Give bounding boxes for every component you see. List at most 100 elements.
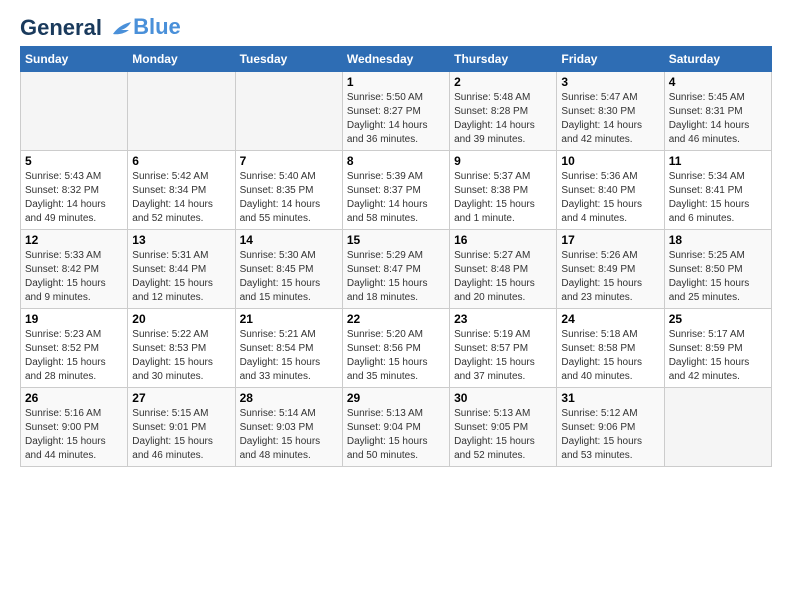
weekday-header-friday: Friday: [557, 47, 664, 72]
day-number: 23: [454, 312, 552, 326]
logo-content: General Blue: [20, 16, 181, 40]
day-info: Sunrise: 5:18 AM Sunset: 8:58 PM Dayligh…: [561, 328, 659, 384]
day-info: Sunrise: 5:42 AM Sunset: 8:34 PM Dayligh…: [132, 170, 230, 226]
day-number: 15: [347, 233, 445, 247]
week-row-3: 12 Sunrise: 5:33 AM Sunset: 8:42 PM Dayli…: [21, 230, 772, 309]
day-cell: 27 Sunrise: 5:15 AM Sunset: 9:01 PM Dayli…: [128, 388, 235, 467]
header: General Blue: [20, 16, 772, 40]
week-row-4: 19Sunrise: 5:23 AM Sunset: 8:52 PM Dayli…: [21, 309, 772, 388]
day-cell: 7 Sunrise: 5:40 AM Sunset: 8:35 PM Daylig…: [235, 151, 342, 230]
day-number: 19: [25, 312, 123, 326]
day-number: 14: [240, 233, 338, 247]
day-info: Sunrise: 5:43 AM Sunset: 8:32 PM Dayligh…: [25, 170, 123, 226]
day-cell: 24 Sunrise: 5:18 AM Sunset: 8:58 PM Dayli…: [557, 309, 664, 388]
day-number: 9: [454, 154, 552, 168]
day-cell: 21Sunrise: 5:21 AM Sunset: 8:54 PM Dayli…: [235, 309, 342, 388]
calendar: SundayMondayTuesdayWednesdayThursdayFrid…: [20, 46, 772, 467]
logo-blue: Blue: [133, 14, 181, 39]
day-info: Sunrise: 5:37 AM Sunset: 8:38 PM Dayligh…: [454, 170, 552, 226]
day-cell: 22 Sunrise: 5:20 AM Sunset: 8:56 PM Dayli…: [342, 309, 449, 388]
day-cell: 31Sunrise: 5:12 AM Sunset: 9:06 PM Dayli…: [557, 388, 664, 467]
day-number: 20: [132, 312, 230, 326]
day-number: 5: [25, 154, 123, 168]
day-cell: 14Sunrise: 5:30 AM Sunset: 8:45 PM Dayli…: [235, 230, 342, 309]
day-number: 1: [347, 75, 445, 89]
weekday-header-tuesday: Tuesday: [235, 47, 342, 72]
day-info: Sunrise: 5:26 AM Sunset: 8:49 PM Dayligh…: [561, 249, 659, 305]
day-cell: 17 Sunrise: 5:26 AM Sunset: 8:49 PM Dayli…: [557, 230, 664, 309]
weekday-header-monday: Monday: [128, 47, 235, 72]
logo: General Blue: [20, 16, 181, 40]
day-number: 21: [240, 312, 338, 326]
day-cell: 16 Sunrise: 5:27 AM Sunset: 8:48 PM Dayli…: [450, 230, 557, 309]
day-cell: 25 Sunrise: 5:17 AM Sunset: 8:59 PM Dayli…: [664, 309, 771, 388]
day-number: 29: [347, 391, 445, 405]
day-info: Sunrise: 5:13 AM Sunset: 9:05 PM Dayligh…: [454, 407, 552, 463]
day-number: 6: [132, 154, 230, 168]
weekday-header-wednesday: Wednesday: [342, 47, 449, 72]
day-info: Sunrise: 5:34 AM Sunset: 8:41 PM Dayligh…: [669, 170, 767, 226]
week-row-1: 1Sunrise: 5:50 AM Sunset: 8:27 PM Daylig…: [21, 72, 772, 151]
logo-bird-icon: [111, 20, 133, 38]
weekday-header-sunday: Sunday: [21, 47, 128, 72]
day-info: Sunrise: 5:33 AM Sunset: 8:42 PM Dayligh…: [25, 249, 123, 305]
day-cell: 13 Sunrise: 5:31 AM Sunset: 8:44 PM Dayli…: [128, 230, 235, 309]
day-number: 18: [669, 233, 767, 247]
weekday-header-thursday: Thursday: [450, 47, 557, 72]
day-cell: 2 Sunrise: 5:48 AM Sunset: 8:28 PM Daylig…: [450, 72, 557, 151]
day-cell: 8 Sunrise: 5:39 AM Sunset: 8:37 PM Daylig…: [342, 151, 449, 230]
day-info: Sunrise: 5:36 AM Sunset: 8:40 PM Dayligh…: [561, 170, 659, 226]
day-cell: 3 Sunrise: 5:47 AM Sunset: 8:30 PM Daylig…: [557, 72, 664, 151]
day-number: 12: [25, 233, 123, 247]
day-info: Sunrise: 5:12 AM Sunset: 9:06 PM Dayligh…: [561, 407, 659, 463]
day-info: Sunrise: 5:40 AM Sunset: 8:35 PM Dayligh…: [240, 170, 338, 226]
day-info: Sunrise: 5:13 AM Sunset: 9:04 PM Dayligh…: [347, 407, 445, 463]
day-cell: 29 Sunrise: 5:13 AM Sunset: 9:04 PM Dayli…: [342, 388, 449, 467]
day-number: 8: [347, 154, 445, 168]
day-cell: 28Sunrise: 5:14 AM Sunset: 9:03 PM Dayli…: [235, 388, 342, 467]
day-cell: 19Sunrise: 5:23 AM Sunset: 8:52 PM Dayli…: [21, 309, 128, 388]
day-info: Sunrise: 5:27 AM Sunset: 8:48 PM Dayligh…: [454, 249, 552, 305]
day-cell: 10 Sunrise: 5:36 AM Sunset: 8:40 PM Dayli…: [557, 151, 664, 230]
day-cell: 18 Sunrise: 5:25 AM Sunset: 8:50 PM Dayli…: [664, 230, 771, 309]
day-number: 26: [25, 391, 123, 405]
page: General Blue SundayMondayTuesdayWednesda…: [0, 0, 792, 479]
day-number: 11: [669, 154, 767, 168]
day-number: 2: [454, 75, 552, 89]
day-info: Sunrise: 5:17 AM Sunset: 8:59 PM Dayligh…: [669, 328, 767, 384]
day-info: Sunrise: 5:22 AM Sunset: 8:53 PM Dayligh…: [132, 328, 230, 384]
day-number: 7: [240, 154, 338, 168]
day-cell: 23Sunrise: 5:19 AM Sunset: 8:57 PM Dayli…: [450, 309, 557, 388]
day-cell: 5 Sunrise: 5:43 AM Sunset: 8:32 PM Daylig…: [21, 151, 128, 230]
day-info: Sunrise: 5:31 AM Sunset: 8:44 PM Dayligh…: [132, 249, 230, 305]
day-number: 3: [561, 75, 659, 89]
day-cell: 12 Sunrise: 5:33 AM Sunset: 8:42 PM Dayli…: [21, 230, 128, 309]
day-number: 17: [561, 233, 659, 247]
day-cell: [235, 72, 342, 151]
day-info: Sunrise: 5:47 AM Sunset: 8:30 PM Dayligh…: [561, 91, 659, 147]
day-number: 13: [132, 233, 230, 247]
day-info: Sunrise: 5:25 AM Sunset: 8:50 PM Dayligh…: [669, 249, 767, 305]
day-info: Sunrise: 5:15 AM Sunset: 9:01 PM Dayligh…: [132, 407, 230, 463]
day-number: 24: [561, 312, 659, 326]
day-number: 10: [561, 154, 659, 168]
day-number: 16: [454, 233, 552, 247]
day-number: 27: [132, 391, 230, 405]
day-cell: 11 Sunrise: 5:34 AM Sunset: 8:41 PM Dayli…: [664, 151, 771, 230]
day-cell: 20 Sunrise: 5:22 AM Sunset: 8:53 PM Dayli…: [128, 309, 235, 388]
day-cell: 9 Sunrise: 5:37 AM Sunset: 8:38 PM Daylig…: [450, 151, 557, 230]
day-cell: 26Sunrise: 5:16 AM Sunset: 9:00 PM Dayli…: [21, 388, 128, 467]
day-number: 25: [669, 312, 767, 326]
day-info: Sunrise: 5:20 AM Sunset: 8:56 PM Dayligh…: [347, 328, 445, 384]
week-row-2: 5 Sunrise: 5:43 AM Sunset: 8:32 PM Daylig…: [21, 151, 772, 230]
day-number: 4: [669, 75, 767, 89]
day-info: Sunrise: 5:48 AM Sunset: 8:28 PM Dayligh…: [454, 91, 552, 147]
day-cell: 15 Sunrise: 5:29 AM Sunset: 8:47 PM Dayli…: [342, 230, 449, 309]
logo-general: General: [20, 15, 102, 40]
day-info: Sunrise: 5:39 AM Sunset: 8:37 PM Dayligh…: [347, 170, 445, 226]
day-number: 22: [347, 312, 445, 326]
day-cell: [128, 72, 235, 151]
day-info: Sunrise: 5:29 AM Sunset: 8:47 PM Dayligh…: [347, 249, 445, 305]
day-cell: 30Sunrise: 5:13 AM Sunset: 9:05 PM Dayli…: [450, 388, 557, 467]
day-info: Sunrise: 5:45 AM Sunset: 8:31 PM Dayligh…: [669, 91, 767, 147]
